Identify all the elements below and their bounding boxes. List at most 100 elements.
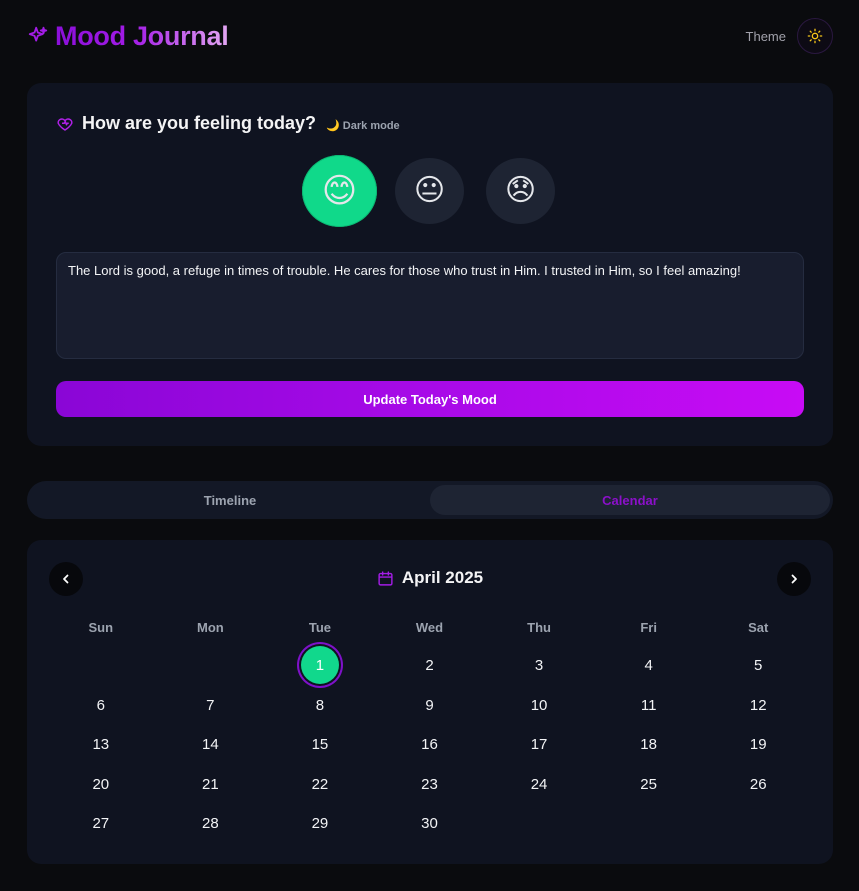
day-number[interactable]: 5 xyxy=(754,657,762,674)
mood-sad-button[interactable]: 😞 xyxy=(486,158,555,224)
day-cell[interactable]: 16 xyxy=(375,724,485,764)
day-cell[interactable]: 20 xyxy=(46,764,156,804)
day-number[interactable]: 30 xyxy=(421,815,438,832)
day-number[interactable]: 10 xyxy=(531,697,548,714)
mood-neutral-button[interactable]: 😐 xyxy=(395,158,464,224)
day-cell[interactable]: 2 xyxy=(375,645,485,685)
day-number[interactable]: 2 xyxy=(425,657,433,674)
weekday-label: Tue xyxy=(308,620,331,635)
day-number-today[interactable]: 1 xyxy=(300,646,339,684)
day-cell[interactable]: 25 xyxy=(594,764,704,804)
day-cell[interactable]: 17 xyxy=(484,724,594,764)
day-number[interactable]: 14 xyxy=(202,736,219,753)
day-cell[interactable]: 21 xyxy=(156,764,266,804)
day-cell[interactable]: 28 xyxy=(156,803,266,843)
day-number[interactable]: 15 xyxy=(312,736,329,753)
day-number[interactable]: 27 xyxy=(92,815,109,832)
weekday-label: Sat xyxy=(748,620,769,635)
theme-toggle-button[interactable] xyxy=(797,18,833,54)
tab-calendar[interactable]: Calendar xyxy=(430,485,830,515)
day-number[interactable]: 23 xyxy=(421,776,438,793)
theme-control: Theme xyxy=(746,18,833,54)
day-cell[interactable]: 27 xyxy=(46,803,156,843)
day-cell[interactable]: 24 xyxy=(484,764,594,804)
week-row: 27 28 29 30 xyxy=(46,803,813,843)
heart-icon xyxy=(57,117,73,131)
weekday-header: Sun Mon Tue Wed Thu Fri Sat xyxy=(46,620,813,635)
app-title: Mood Journal xyxy=(55,20,229,51)
day-cell[interactable]: 14 xyxy=(156,724,266,764)
day-cell[interactable]: 29 xyxy=(265,803,375,843)
day-cell[interactable]: 4 xyxy=(594,645,704,685)
day-cell[interactable]: 18 xyxy=(594,724,704,764)
weekday-label: Thu xyxy=(527,620,551,635)
day-number[interactable]: 4 xyxy=(644,657,652,674)
day-number[interactable]: 25 xyxy=(640,776,657,793)
day-number[interactable]: 20 xyxy=(92,776,109,793)
day-number[interactable]: 9 xyxy=(425,697,433,714)
mood-options: 😊 😐 😞 xyxy=(27,155,833,227)
day-number[interactable]: 13 xyxy=(92,736,109,753)
mood-question-row: How are you feeling today? 🌙 Dark mode xyxy=(56,113,400,134)
weekday-label: Fri xyxy=(640,620,657,635)
mood-question: How are you feeling today? xyxy=(82,113,317,133)
day-cell xyxy=(156,645,266,685)
update-mood-button[interactable]: Update Today's Mood xyxy=(56,381,804,417)
brand: Mood Journal xyxy=(27,20,229,52)
day-number[interactable]: 7 xyxy=(206,697,214,714)
day-cell[interactable]: 6 xyxy=(46,685,156,725)
month-label: April 2025 xyxy=(401,568,484,587)
tab-timeline[interactable]: Timeline xyxy=(30,485,430,515)
day-cell[interactable]: 10 xyxy=(484,685,594,725)
weekday-label: Sun xyxy=(88,620,114,635)
day-cell[interactable]: 26 xyxy=(703,764,813,804)
day-number[interactable]: 22 xyxy=(312,776,329,793)
week-row: 6 7 8 9 10 11 12 xyxy=(46,685,813,725)
day-cell xyxy=(703,803,813,843)
day-number[interactable]: 3 xyxy=(535,657,543,674)
day-cell[interactable]: 8 xyxy=(265,685,375,725)
sun-icon xyxy=(807,28,823,44)
mood-entry-card: How are you feeling today? 🌙 Dark mode 😊… xyxy=(27,83,833,446)
day-cell[interactable]: 9 xyxy=(375,685,485,725)
dark-mode-badge: 🌙 Dark mode xyxy=(326,120,400,132)
next-month-button[interactable] xyxy=(777,562,811,596)
day-number[interactable]: 28 xyxy=(202,815,219,832)
day-cell xyxy=(46,645,156,685)
day-number[interactable]: 16 xyxy=(421,736,438,753)
theme-label: Theme xyxy=(745,28,786,44)
day-number[interactable]: 12 xyxy=(750,697,767,714)
day-cell[interactable]: 11 xyxy=(594,685,704,725)
day-cell[interactable]: 12 xyxy=(703,685,813,725)
day-cell[interactable]: 7 xyxy=(156,685,266,725)
day-cell[interactable]: 15 xyxy=(265,724,375,764)
day-number[interactable]: 21 xyxy=(202,776,219,793)
sparkles-icon xyxy=(28,26,48,42)
day-cell[interactable]: 5 xyxy=(703,645,813,685)
day-number[interactable]: 11 xyxy=(641,697,657,714)
calendar-icon xyxy=(378,570,393,586)
day-cell[interactable]: 1 xyxy=(265,645,375,685)
day-cell[interactable]: 19 xyxy=(703,724,813,764)
day-cell[interactable]: 22 xyxy=(265,764,375,804)
day-number[interactable]: 29 xyxy=(312,815,329,832)
chevron-right-icon xyxy=(791,574,797,584)
day-number[interactable]: 18 xyxy=(640,736,657,753)
day-number[interactable]: 6 xyxy=(97,697,105,714)
week-row: 1 2 3 4 5 xyxy=(46,645,813,685)
day-number[interactable]: 17 xyxy=(531,736,548,753)
day-cell[interactable]: 30 xyxy=(375,803,485,843)
calendar-card: April 2025 Sun Mon Tue Wed Thu Fri Sat 1… xyxy=(27,540,833,864)
day-number[interactable]: 24 xyxy=(531,776,548,793)
day-cell xyxy=(594,803,704,843)
day-cell[interactable]: 3 xyxy=(484,645,594,685)
day-cell[interactable]: 13 xyxy=(46,724,156,764)
mood-note-textarea[interactable]: The Lord is good, a refuge in times of t… xyxy=(56,252,804,359)
day-number[interactable]: 26 xyxy=(750,776,767,793)
day-number[interactable]: 8 xyxy=(316,697,324,714)
month-header: April 2025 xyxy=(27,568,833,588)
mood-happy-button[interactable]: 😊 xyxy=(302,155,377,227)
day-cell[interactable]: 23 xyxy=(375,764,485,804)
day-number[interactable]: 19 xyxy=(750,736,767,753)
weekday-label: Mon xyxy=(196,620,224,635)
